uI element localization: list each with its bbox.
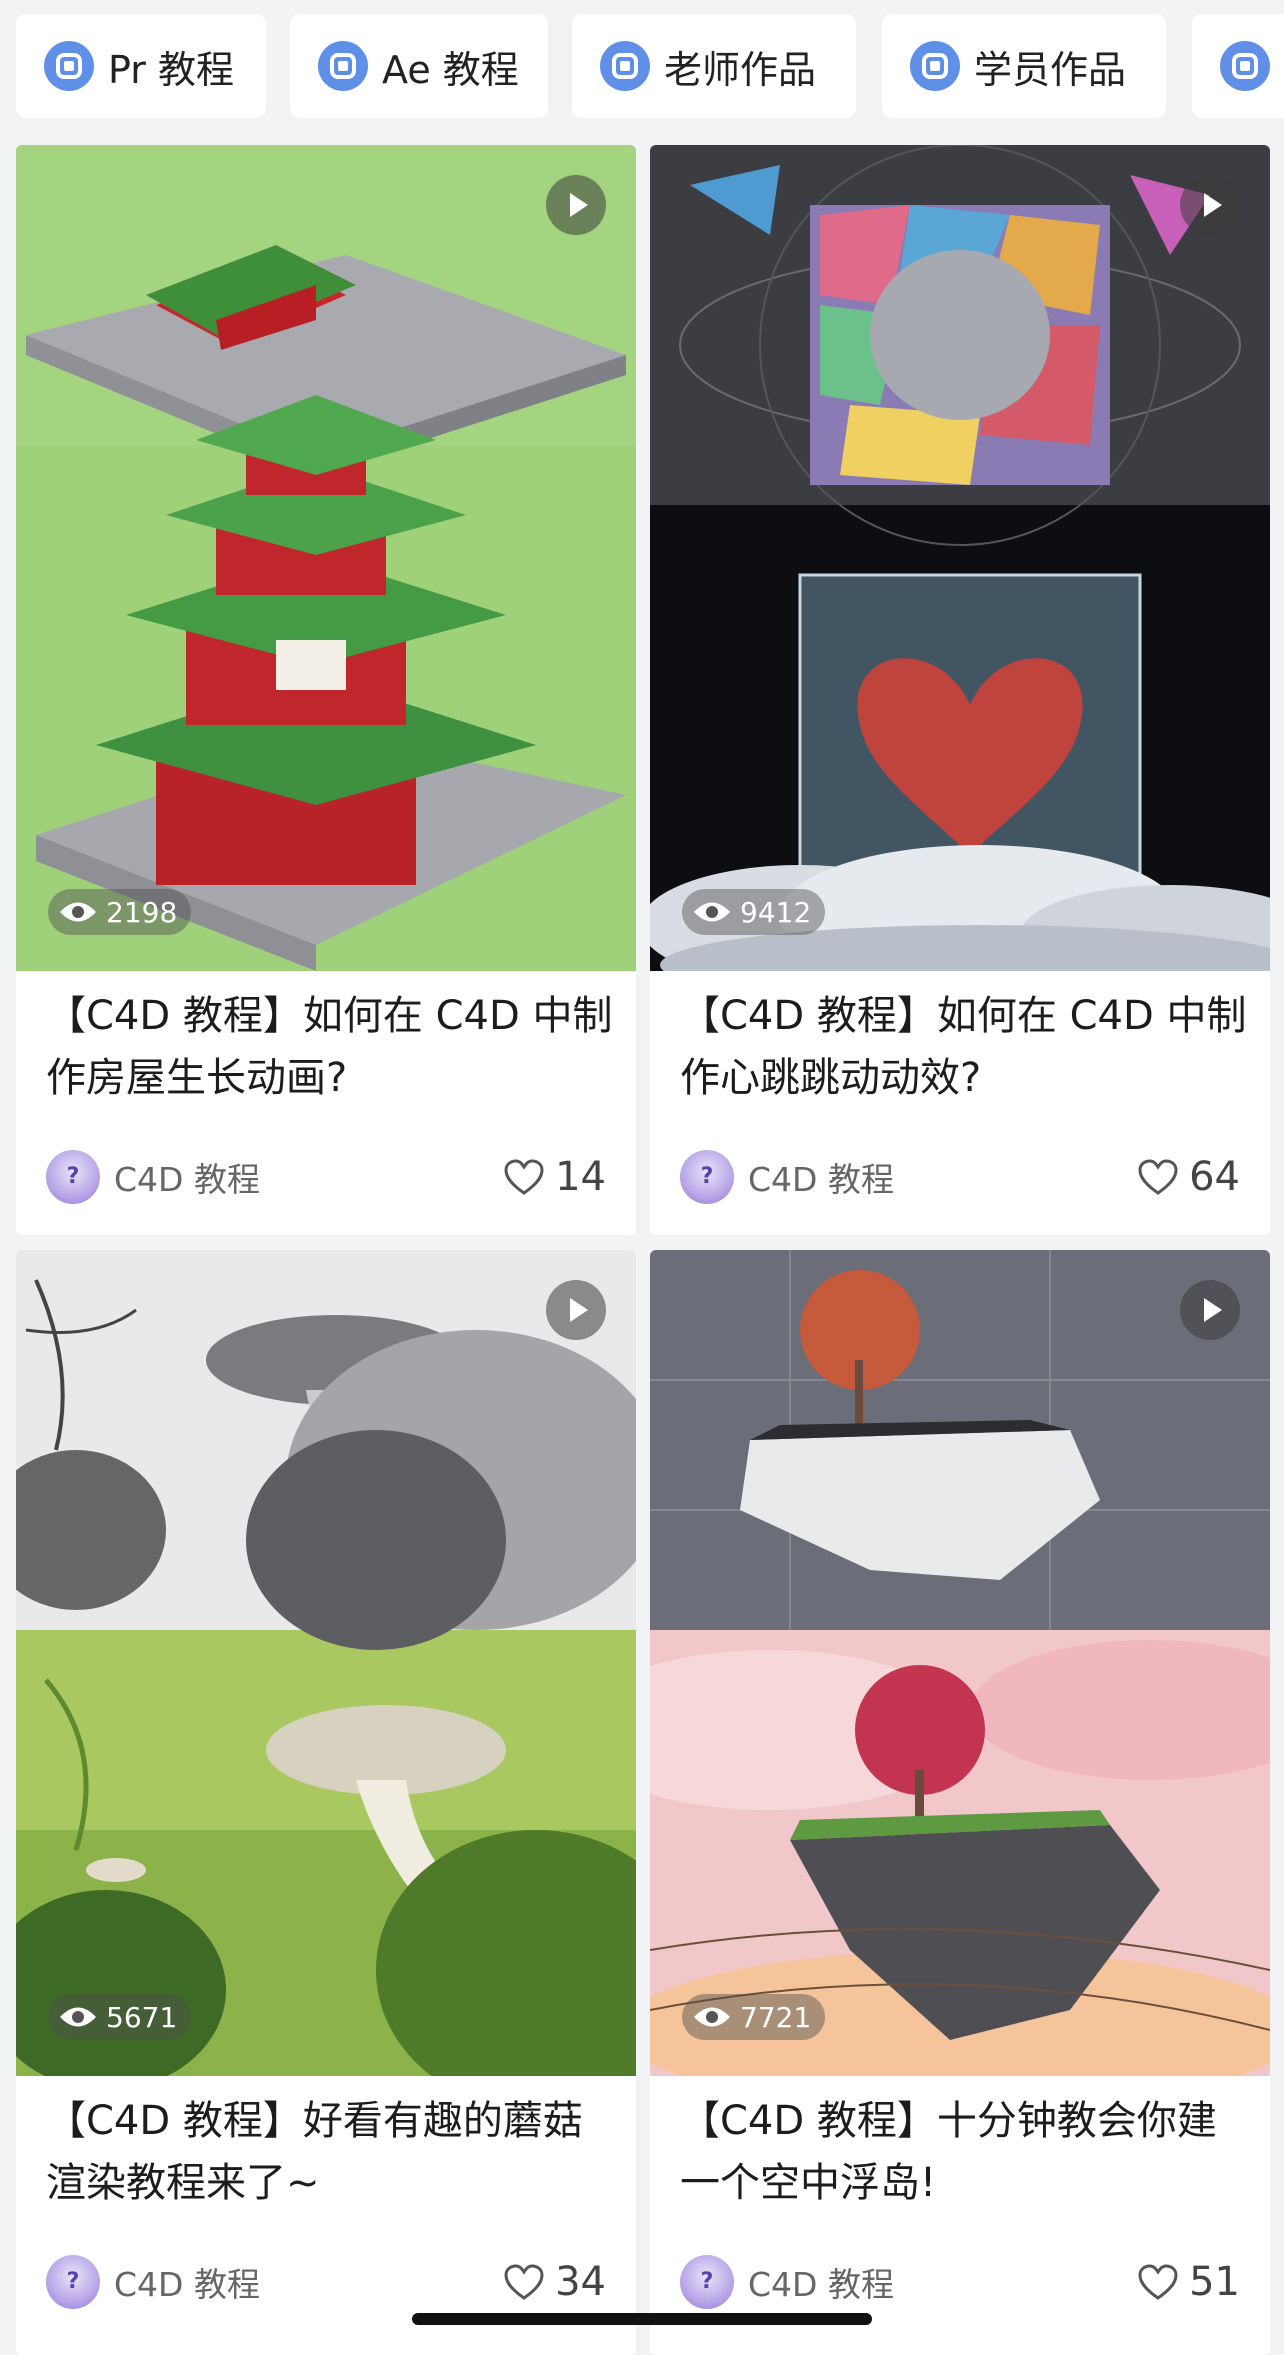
like-count: 64: [1189, 1154, 1240, 1200]
author-info[interactable]: ? C4D 教程: [680, 2253, 894, 2311]
card-title[interactable]: 【C4D 教程】好看有趣的蘑菇渲染教程来了~: [46, 2090, 616, 2214]
view-count-badge: 9412: [682, 889, 826, 935]
author-name: C4D 教程: [114, 1160, 260, 1199]
video-thumbnail[interactable]: 2198: [16, 145, 636, 971]
course-icon: [1220, 41, 1270, 91]
author-info[interactable]: ? C4D 教程: [46, 2253, 260, 2311]
eye-icon: [58, 2004, 98, 2030]
avatar: ?: [680, 2255, 734, 2309]
avatar: ?: [680, 1150, 734, 1204]
avatar: ?: [46, 1150, 100, 1204]
view-count-badge: 5671: [48, 1994, 192, 2040]
video-card[interactable]: 9412 【C4D 教程】如何在 C4D 中制作心跳跳动动效? ? C4D 教程…: [650, 145, 1270, 1235]
like-count: 14: [555, 1154, 606, 1200]
author-name: C4D 教程: [748, 2265, 894, 2304]
video-thumbnail[interactable]: 7721: [650, 1250, 1270, 2076]
tab-label: Pr 教程: [108, 47, 234, 92]
like-count: 34: [555, 2259, 606, 2305]
avatar-glyph: ?: [700, 1164, 714, 1189]
like-button[interactable]: 34: [503, 2253, 606, 2311]
card-title[interactable]: 【C4D 教程】十分钟教会你建一个空中浮岛!: [680, 2090, 1250, 2214]
tab-label: Ae 教程: [382, 47, 519, 92]
view-count: 5671: [106, 2000, 178, 2034]
view-count: 7721: [740, 2000, 812, 2034]
avatar: ?: [46, 2255, 100, 2309]
course-icon: [318, 41, 368, 91]
heart-icon: [1138, 2264, 1178, 2300]
avatar-glyph: ?: [66, 2269, 80, 2294]
video-card[interactable]: 7721 【C4D 教程】十分钟教会你建一个空中浮岛! ? C4D 教程 51: [650, 1250, 1270, 2355]
video-card[interactable]: 2198 【C4D 教程】如何在 C4D 中制作房屋生长动画? ? C4D 教程…: [16, 145, 636, 1235]
play-icon: [1180, 1280, 1240, 1340]
card-title[interactable]: 【C4D 教程】如何在 C4D 中制作心跳跳动动效?: [680, 985, 1250, 1109]
home-indicator[interactable]: [412, 2313, 872, 2325]
like-count: 51: [1189, 2259, 1240, 2305]
course-icon: [910, 41, 960, 91]
tab-label: 老师作品: [664, 47, 817, 92]
category-tabs: Pr 教程 Ae 教程 老师作品 学员作品: [0, 0, 1284, 130]
eye-icon: [692, 2004, 732, 2030]
tab-teacher-works[interactable]: 老师作品: [572, 14, 856, 118]
video-thumbnail[interactable]: 9412: [650, 145, 1270, 971]
eye-icon: [58, 899, 98, 925]
author-name: C4D 教程: [114, 2265, 260, 2304]
author-name: C4D 教程: [748, 1160, 894, 1199]
play-icon: [1180, 175, 1240, 235]
heart-icon: [504, 1159, 544, 1195]
like-button[interactable]: 64: [1137, 1148, 1240, 1206]
view-count: 2198: [106, 895, 178, 929]
avatar-glyph: ?: [66, 1164, 80, 1189]
play-icon: [546, 175, 606, 235]
tab-student-works[interactable]: 学员作品: [882, 14, 1166, 118]
heart-icon: [1138, 1159, 1178, 1195]
view-count-badge: 7721: [682, 1994, 826, 2040]
avatar-glyph: ?: [700, 2269, 714, 2294]
tab-label: 学员作品: [974, 47, 1127, 92]
course-icon: [44, 41, 94, 91]
video-thumbnail[interactable]: 5671: [16, 1250, 636, 2076]
author-info[interactable]: ? C4D 教程: [46, 1148, 260, 1206]
view-count-badge: 2198: [48, 889, 192, 935]
tab-more[interactable]: [1192, 14, 1284, 118]
view-count: 9412: [740, 895, 812, 929]
author-info[interactable]: ? C4D 教程: [680, 1148, 894, 1206]
tab-ae-tutorial[interactable]: Ae 教程: [290, 14, 548, 118]
heart-icon: [504, 2264, 544, 2300]
eye-icon: [692, 899, 732, 925]
video-card[interactable]: 5671 【C4D 教程】好看有趣的蘑菇渲染教程来了~ ? C4D 教程 34: [16, 1250, 636, 2355]
like-button[interactable]: 14: [503, 1148, 606, 1206]
card-title[interactable]: 【C4D 教程】如何在 C4D 中制作房屋生长动画?: [46, 985, 616, 1109]
like-button[interactable]: 51: [1137, 2253, 1240, 2311]
play-icon: [546, 1280, 606, 1340]
tab-pr-tutorial[interactable]: Pr 教程: [16, 14, 266, 118]
course-icon: [600, 41, 650, 91]
